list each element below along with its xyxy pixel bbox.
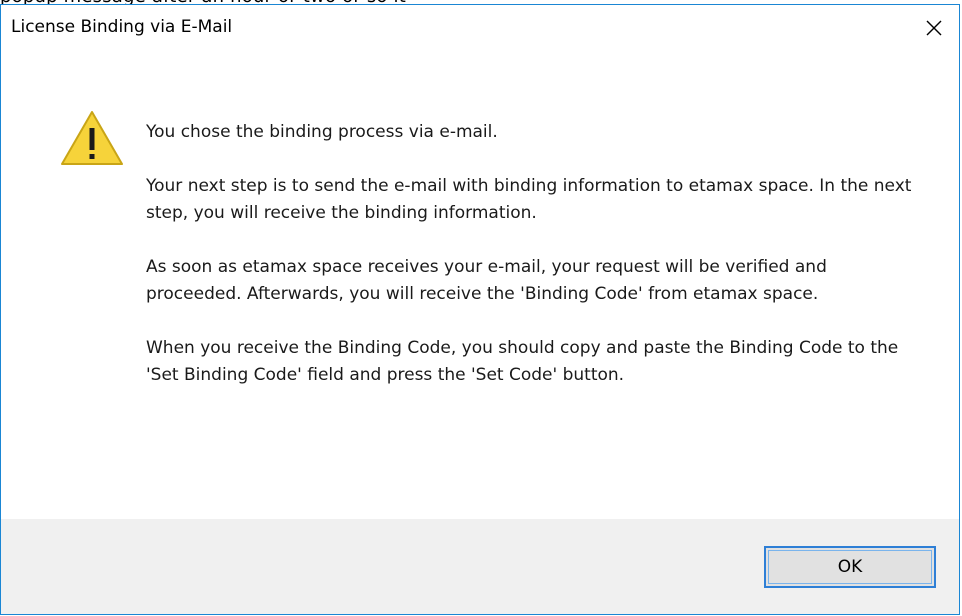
close-icon: [926, 20, 942, 36]
message-paragraph: Your next step is to send the e-mail wit…: [146, 176, 912, 223]
title-bar[interactable]: License Binding via E-Mail: [1, 5, 959, 49]
ok-button[interactable]: OK: [764, 546, 936, 588]
message-paragraph: When you receive the Binding Code, you s…: [146, 338, 899, 385]
warning-icon: [61, 111, 123, 165]
ok-button-label: OK: [837, 557, 863, 577]
dialog-title: License Binding via E-Mail: [11, 17, 233, 37]
message-paragraph: As soon as etamax space receives your e-…: [146, 257, 827, 304]
dialog-footer: OK: [1, 519, 959, 614]
message-paragraph: You chose the binding process via e-mail…: [146, 122, 498, 142]
close-button[interactable]: [917, 13, 951, 43]
dialog-content: You chose the binding process via e-mail…: [1, 49, 959, 519]
license-binding-dialog: License Binding via E-Mail You chose the…: [0, 4, 960, 615]
dialog-message: You chose the binding process via e-mail…: [146, 119, 926, 416]
